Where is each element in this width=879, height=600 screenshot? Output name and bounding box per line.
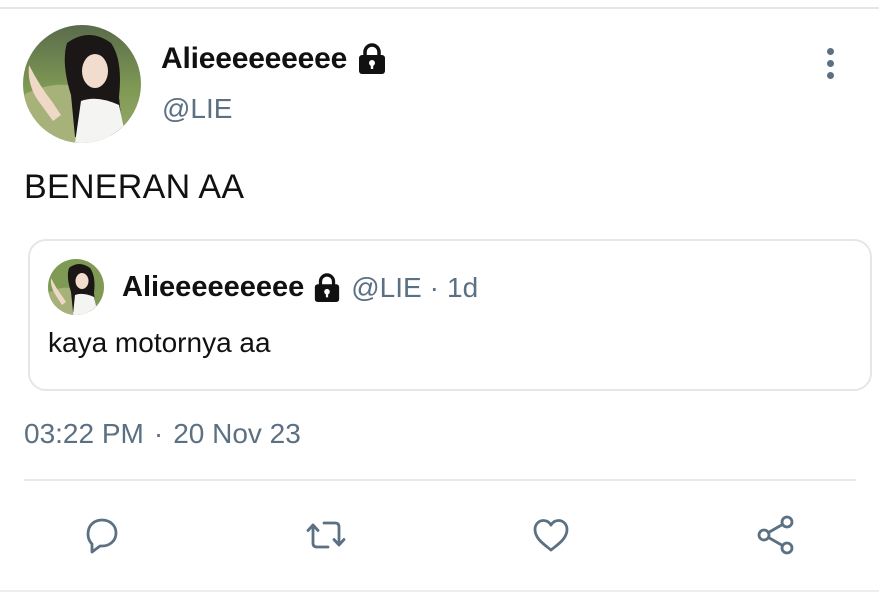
author-avatar[interactable] (23, 25, 141, 143)
quoted-time[interactable]: 1d (447, 272, 478, 304)
top-divider (0, 7, 879, 9)
reply-button[interactable] (78, 511, 126, 559)
tweet-timestamp[interactable]: 03:22 PM · 20 Nov 23 (24, 418, 301, 450)
reply-icon (86, 518, 118, 554)
tweet-time[interactable]: 03:22 PM (24, 418, 144, 450)
author-name[interactable]: Alieeeeeeeee (161, 42, 387, 76)
author-handle[interactable]: @LIE (162, 93, 232, 125)
actions-divider (24, 479, 856, 481)
avatar-photo (48, 259, 104, 315)
author-display-name[interactable]: Alieeeeeeeee (161, 42, 347, 76)
lock-icon (357, 43, 387, 75)
tweet-text: BENERAN AA (24, 168, 245, 206)
bottom-divider (0, 590, 879, 592)
share-icon (757, 515, 794, 555)
quoted-separator: · (429, 271, 439, 303)
lock-icon (313, 272, 341, 303)
retweet-icon (306, 521, 346, 549)
quoted-tweet-card[interactable]: Alieeeeeeeee @LIE · 1d kaya motornya aa (28, 239, 872, 391)
quoted-text: kaya motornya aa (48, 327, 271, 358)
quoted-handle[interactable]: @LIE (351, 272, 421, 304)
timestamp-separator: · (153, 418, 164, 449)
quoted-display-name[interactable]: Alieeeeeeeee (122, 271, 304, 304)
share-button[interactable] (752, 511, 800, 559)
like-button[interactable] (527, 511, 575, 559)
more-vertical-icon[interactable] (818, 48, 842, 82)
quoted-avatar[interactable] (48, 259, 104, 315)
retweet-button[interactable] (302, 511, 350, 559)
tweet-date[interactable]: 20 Nov 23 (173, 418, 301, 450)
quoted-header: Alieeeeeeeee @LIE · 1d (122, 271, 478, 304)
heart-icon (533, 519, 569, 552)
avatar-photo (23, 25, 141, 143)
